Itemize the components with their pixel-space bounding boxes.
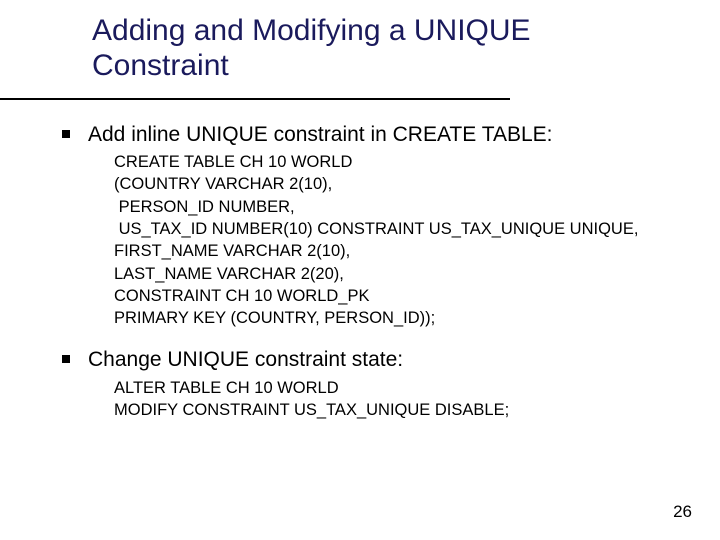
code-block: ALTER TABLE CH 10 WORLD MODIFY CONSTRAIN… xyxy=(114,377,682,422)
code-line: PRIMARY KEY (COUNTRY, PERSON_ID)); xyxy=(114,307,682,329)
square-bullet-icon xyxy=(62,355,70,363)
bullet-item: Change UNIQUE constraint state: xyxy=(62,347,682,372)
code-line: (COUNTRY VARCHAR 2(10), xyxy=(114,173,682,195)
code-line: FIRST_NAME VARCHAR 2(10), xyxy=(114,240,682,262)
code-line: MODIFY CONSTRAINT US_TAX_UNIQUE DISABLE; xyxy=(114,399,682,421)
bullet-item: Add inline UNIQUE constraint in CREATE T… xyxy=(62,122,682,147)
code-line: LAST_NAME VARCHAR 2(20), xyxy=(114,263,682,285)
bullet-text: Change UNIQUE constraint state: xyxy=(88,347,403,372)
code-line: ALTER TABLE CH 10 WORLD xyxy=(114,377,682,399)
slide: { "title": "Adding and Modifying a UNIQU… xyxy=(0,0,720,540)
code-line: PERSON_ID NUMBER, xyxy=(114,196,682,218)
code-line: CREATE TABLE CH 10 WORLD xyxy=(114,151,682,173)
code-block: CREATE TABLE CH 10 WORLD (COUNTRY VARCHA… xyxy=(114,151,682,329)
square-bullet-icon xyxy=(62,130,70,138)
horizontal-rule xyxy=(0,98,510,100)
page-number: 26 xyxy=(673,502,692,522)
slide-title: Adding and Modifying a UNIQUE Constraint xyxy=(92,14,672,83)
code-line: CONSTRAINT CH 10 WORLD_PK xyxy=(114,285,682,307)
slide-body: Add inline UNIQUE constraint in CREATE T… xyxy=(62,122,682,421)
bullet-text: Add inline UNIQUE constraint in CREATE T… xyxy=(88,122,553,147)
code-line: US_TAX_ID NUMBER(10) CONSTRAINT US_TAX_U… xyxy=(114,218,682,240)
